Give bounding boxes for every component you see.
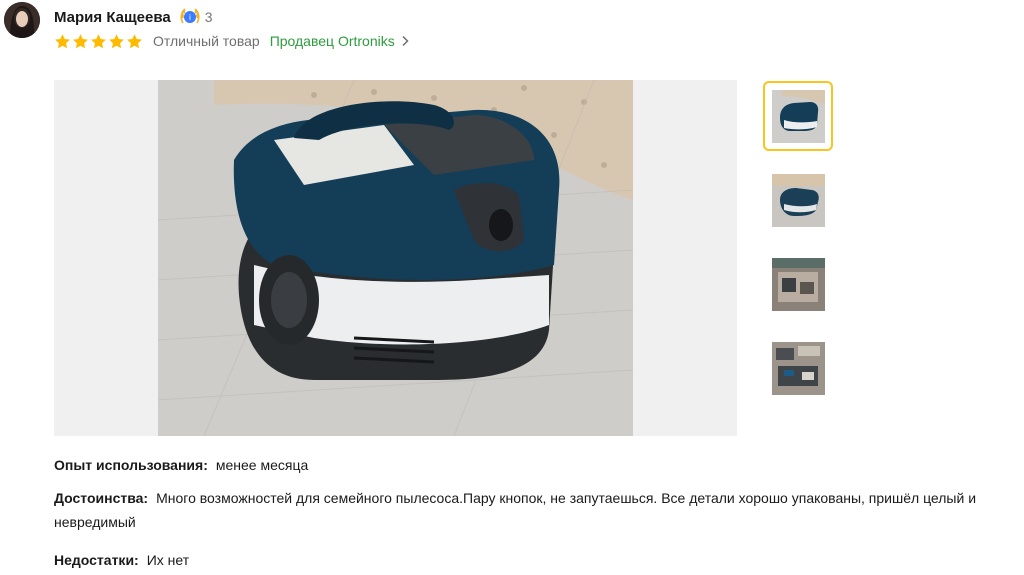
thumbnail-image bbox=[771, 173, 825, 227]
star-icon bbox=[127, 33, 142, 48]
field-value: Их нет bbox=[146, 552, 190, 568]
field-usage-experience: Опыт использования: менее месяца bbox=[54, 453, 308, 477]
main-photo bbox=[54, 80, 737, 436]
avatar-photo bbox=[4, 2, 40, 38]
seller-link-label: Продавец Ortroniks bbox=[269, 33, 395, 49]
star-icon bbox=[91, 33, 106, 48]
star-icon bbox=[109, 33, 124, 48]
thumbnail-image bbox=[771, 89, 825, 143]
main-photo-viewer[interactable] bbox=[54, 80, 737, 436]
thumbnail-3[interactable] bbox=[763, 249, 833, 319]
thumbnail-2[interactable] bbox=[763, 165, 833, 235]
star-rating bbox=[54, 33, 143, 50]
field-value: менее месяца bbox=[215, 457, 309, 473]
author-name[interactable]: Мария Кащеева bbox=[54, 9, 171, 26]
field-label: Опыт использования: bbox=[54, 457, 208, 473]
thumbnail-4[interactable] bbox=[763, 333, 833, 403]
seller-link[interactable]: Продавец Ortroniks bbox=[270, 33, 409, 49]
chevron-right-icon bbox=[402, 35, 409, 47]
star-icon bbox=[73, 33, 88, 48]
field-cons: Недостатки: Их нет bbox=[54, 548, 189, 572]
thumbnail-1[interactable] bbox=[763, 81, 833, 151]
field-label: Достоинства: bbox=[54, 490, 149, 506]
thumbnail-image bbox=[771, 257, 825, 311]
rating-row: Отличный товар Продавец Ortroniks bbox=[54, 30, 409, 52]
review-author: Мария Кащеева i 3 bbox=[54, 6, 213, 28]
author-badge[interactable]: i 3 bbox=[179, 6, 213, 28]
svg-text:i: i bbox=[189, 13, 191, 22]
thumbnail-image bbox=[771, 341, 825, 395]
field-label: Недостатки: bbox=[54, 552, 139, 568]
field-pros: Достоинства: Много возможностей для семей… bbox=[54, 486, 1014, 534]
badge-count: 3 bbox=[204, 9, 213, 25]
avatar[interactable] bbox=[4, 2, 40, 38]
field-value: Много возможностей для семейного пылесос… bbox=[54, 490, 977, 530]
rating-text: Отличный товар bbox=[153, 33, 260, 49]
star-icon bbox=[55, 33, 70, 48]
laurel-badge-icon: i bbox=[180, 8, 200, 24]
